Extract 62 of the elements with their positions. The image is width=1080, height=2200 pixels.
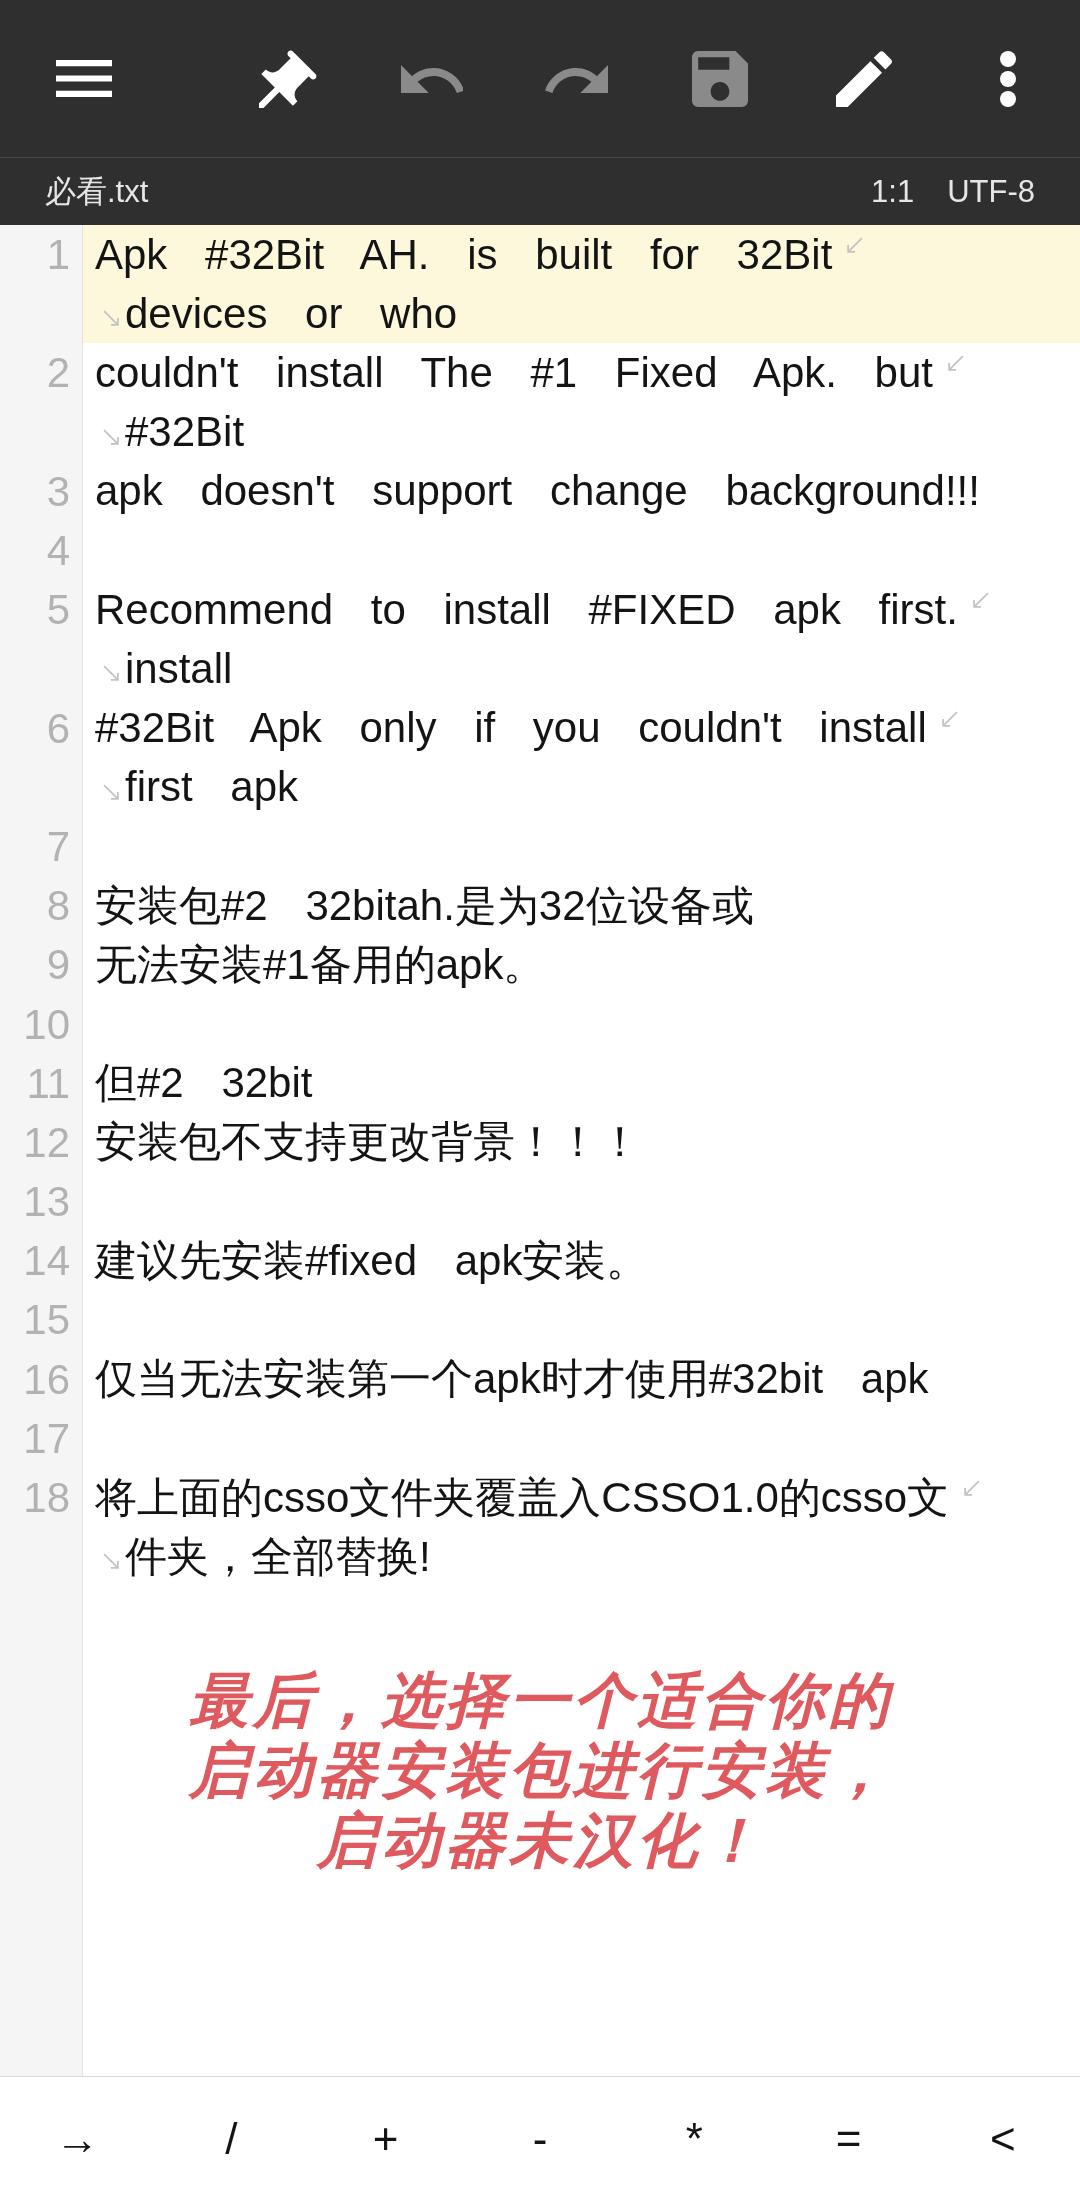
menu-icon <box>56 60 112 97</box>
diagonal-arrow-icon <box>846 237 864 255</box>
diagonal-arrow-icon <box>971 592 989 610</box>
diagonal-arrow-icon <box>963 1480 981 1498</box>
diagonal-arrow-icon <box>940 710 958 728</box>
symbol-key[interactable]: - <box>462 2077 618 2200</box>
line-text: devices or who <box>125 289 458 338</box>
line-number: 1 <box>46 231 70 278</box>
symbol-key[interactable]: < <box>925 2077 1080 2200</box>
symbol-key[interactable]: = <box>771 2077 926 2200</box>
line-number: 9 <box>46 941 70 989</box>
line-text: first apk <box>125 763 299 812</box>
line-number: 13 <box>23 1178 70 1226</box>
line-number: 7 <box>46 822 70 870</box>
file-name: 必看.txt <box>45 172 149 211</box>
line-number: 18 <box>23 1474 70 1521</box>
symbol-key[interactable]: + <box>308 2077 463 2200</box>
line-number: 11 <box>26 1059 70 1107</box>
line-text: 安装包不支持更改背景！！！ <box>95 1117 641 1168</box>
line-text: 建议先安装#fixed apk安装。 <box>95 1235 649 1286</box>
line-text: 无法安装#1备用的apk。 <box>95 939 546 990</box>
undo-icon <box>401 64 463 93</box>
overlay-note: 最后，选择一个适合你的 启动器安装包进行安装， 启动器未汉化！ <box>188 1666 893 1877</box>
symbol-key[interactable]: → <box>0 2077 155 2200</box>
diagonal-arrow-icon <box>103 665 120 683</box>
line-number: 2 <box>46 349 70 397</box>
line-number: 5 <box>46 586 70 634</box>
diagonal-arrow-icon <box>947 355 964 373</box>
line-text: 仅当无法安装第一个apk时才使用#32bit apk <box>95 1354 929 1405</box>
cursor-position: 1:1 <box>871 173 915 210</box>
line-number: 15 <box>23 1296 70 1344</box>
line-number: 6 <box>46 704 70 752</box>
symbol-key[interactable]: * <box>617 2077 772 2200</box>
line-text: install <box>125 644 233 693</box>
line-number: 8 <box>46 882 70 930</box>
redo-icon <box>544 64 608 93</box>
line-text: apk doesn't support change background!!! <box>95 467 980 516</box>
line-number: 12 <box>23 1118 70 1166</box>
line-number: 16 <box>23 1355 70 1403</box>
diagonal-arrow-icon <box>103 783 120 801</box>
three-dots-icon <box>1000 50 1016 107</box>
diagonal-arrow-icon <box>103 310 120 328</box>
line-number: 17 <box>23 1414 70 1462</box>
line-text: Recommend to install #FIXED apk first. <box>95 585 958 634</box>
pencil-icon <box>836 50 892 107</box>
line-text: 但#2 32bit <box>95 1058 313 1109</box>
line-number: 3 <box>46 467 70 515</box>
symbol-key[interactable]: / <box>154 2077 309 2200</box>
line-text: #32Bit <box>125 408 245 457</box>
line-text: 将上面的csso文件夹覆盖入CSSO1.0的csso文 <box>95 1472 950 1523</box>
pushpin-icon <box>258 48 318 109</box>
line-text: #32Bit Apk only if you couldn't install <box>95 704 927 753</box>
line-number: 10 <box>23 1000 70 1048</box>
diagonal-arrow-icon <box>103 428 120 446</box>
line-text: 件夹，全部替换! <box>125 1531 431 1582</box>
diagonal-arrow-icon <box>103 1553 120 1571</box>
text-encoding: UTF-8 <box>947 173 1035 210</box>
line-number: 4 <box>46 526 70 574</box>
line-text: Apk #32Bit AH. is built for 32Bit <box>95 230 833 279</box>
line-text: couldn't install The #1 Fixed Apk. but <box>95 349 933 397</box>
line-number: 14 <box>23 1237 70 1285</box>
line-text: 安装包#2 32bitah.是为32位设备或 <box>95 880 754 931</box>
